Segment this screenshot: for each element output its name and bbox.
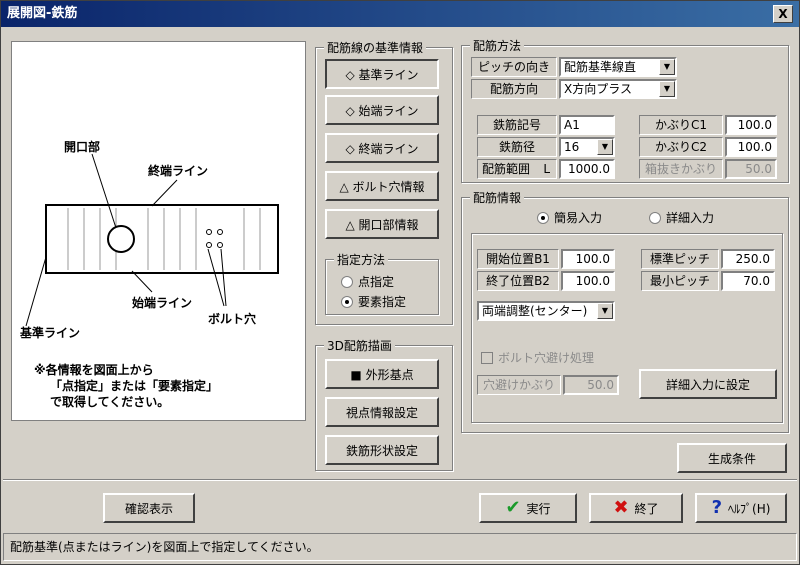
rebar-diameter-value: 16 [564, 140, 580, 154]
run-button-label: 実行 [526, 501, 551, 516]
window-title: 展開図-鉄筋 [7, 6, 78, 21]
standard-pitch-input[interactable]: 250.0 [721, 249, 775, 269]
radio-element-spec[interactable]: 要素指定 [341, 293, 406, 310]
radio-simple-input[interactable]: 簡易入力 [537, 209, 602, 226]
end-position-label: 終了位置B2 [477, 271, 559, 291]
base-info-title: 配筋線の基準情報 [324, 39, 427, 56]
note-line-3: で取得してください。 [50, 395, 170, 409]
bolt-avoid-label: ボルト穴避け処理 [498, 351, 595, 365]
arrangement-range-label-text: 配筋範囲 [482, 162, 531, 176]
help-icon: ? [711, 497, 723, 518]
cover-c2-label: かぶりC2 [639, 137, 723, 157]
start-position-input[interactable]: 100.0 [561, 249, 615, 269]
rebar-diameter-select[interactable]: 16 ▼ [559, 137, 615, 157]
spec-method-title: 指定方法 [334, 251, 389, 268]
dialog-window: 展開図-鉄筋 X 開口部 終端ライン 始端ライン ボルト穴 基準ライン ※各情報… [0, 0, 800, 565]
separator [3, 479, 797, 481]
chevron-down-icon[interactable]: ▼ [659, 59, 675, 75]
bolt-holes [206, 229, 223, 248]
slab-outline [45, 204, 279, 274]
minimum-pitch-input[interactable]: 70.0 [721, 271, 775, 291]
label-bolt-hole: ボルト穴 [208, 312, 257, 326]
rebar-lines [67, 208, 261, 270]
generation-conditions-button[interactable]: 生成条件 [677, 443, 787, 473]
label-opening: 開口部 [64, 140, 101, 154]
method-title: 配筋方法 [470, 37, 525, 54]
run-button[interactable]: ✔ 実行 [479, 493, 577, 523]
arrangement-direction-label: 配筋方向 [471, 79, 557, 99]
viewpoint-settings-button[interactable]: 視点情報設定 [325, 397, 439, 427]
arrangement-range-unit: L [543, 162, 550, 176]
exit-button-label: 終了 [634, 501, 659, 516]
help-button-label: ﾍﾙﾌﾟ(H) [728, 501, 771, 516]
minimum-pitch-label: 最小ピッチ [641, 271, 719, 291]
end-position-input[interactable]: 100.0 [561, 271, 615, 291]
rebar-diameter-label: 鉄筋径 [477, 137, 557, 157]
base-line-button[interactable]: ◇ 基準ライン [325, 59, 439, 89]
radio-simple-input-circle[interactable] [537, 211, 549, 224]
chevron-down-icon[interactable]: ▼ [597, 139, 613, 155]
radio-simple-input-label: 簡易入力 [554, 211, 603, 225]
title-bar: 展開図-鉄筋 X [1, 1, 799, 27]
note-line-1: ※各情報を図面上から [34, 363, 154, 377]
radio-point-spec-label: 点指定 [358, 275, 395, 289]
bolt-hole-info-button[interactable]: △ ボルト穴情報 [325, 171, 439, 201]
standard-pitch-label: 標準ピッチ [641, 249, 719, 269]
opening-circle [107, 225, 135, 253]
pitch-direction-label: ピッチの向き [471, 57, 557, 77]
check-icon: ✔ [505, 497, 521, 518]
note-line-2: 「点指定」または「要素指定」 [50, 379, 219, 393]
radio-element-spec-circle[interactable] [341, 295, 353, 308]
close-button[interactable]: X [773, 5, 793, 23]
rebar-symbol-label: 鉄筋記号 [477, 115, 557, 135]
hole-cover-input: 50.0 [563, 375, 619, 395]
arrangement-range-label: 配筋範囲 L [477, 159, 557, 179]
radio-detail-input-label: 詳細入力 [666, 211, 715, 225]
label-start-line: 始端ライン [132, 296, 193, 310]
chevron-down-icon[interactable]: ▼ [597, 303, 613, 319]
radio-point-spec-circle[interactable] [341, 275, 353, 288]
confirm-display-button[interactable]: 確認表示 [103, 493, 195, 523]
adjustment-value: 両端調整(センター) [482, 304, 588, 318]
cover-c1-input[interactable]: 100.0 [725, 115, 777, 135]
pitch-direction-value: 配筋基準線直 [564, 60, 637, 74]
bolt-avoid-checkbox-box [481, 351, 493, 364]
bolt-avoid-checkbox: ボルト穴避け処理 [481, 349, 594, 366]
pitch-direction-select[interactable]: 配筋基準線直 ▼ [559, 57, 677, 77]
opening-info-button[interactable]: △ 開口部情報 [325, 209, 439, 239]
cover-c2-input[interactable]: 100.0 [725, 137, 777, 157]
radio-detail-input-circle[interactable] [649, 211, 661, 224]
arrangement-direction-value: X方向プラス [564, 82, 632, 96]
close-x-icon: ✖ [613, 497, 629, 518]
arrangement-direction-select[interactable]: X方向プラス ▼ [559, 79, 677, 99]
label-base-line: 基準ライン [20, 326, 81, 340]
set-detail-input-button[interactable]: 詳細入力に設定 [639, 369, 777, 399]
radio-point-spec[interactable]: 点指定 [341, 273, 394, 290]
end-line-button[interactable]: ◇ 終端ライン [325, 133, 439, 163]
hole-cover-label: 穴避けかぶり [477, 375, 561, 395]
box-cover-label: 箱抜きかぶり [639, 159, 723, 179]
draw3d-title: 3D配筋描画 [324, 337, 395, 354]
status-bar: 配筋基準(点またはライン)を図面上で指定してください。 [3, 533, 797, 561]
rebar-symbol-input[interactable]: A1 [559, 115, 615, 135]
rebar-shape-settings-button[interactable]: 鉄筋形状設定 [325, 435, 439, 465]
outline-base-point-button[interactable]: ■ 外形基点 [325, 359, 439, 389]
chevron-down-icon[interactable]: ▼ [659, 81, 675, 97]
label-end-line: 終端ライン [148, 164, 209, 178]
arrangement-range-input[interactable]: 1000.0 [559, 159, 615, 179]
info-title: 配筋情報 [470, 189, 525, 206]
adjustment-select[interactable]: 両端調整(センター) ▼ [477, 301, 615, 321]
start-position-label: 開始位置B1 [477, 249, 559, 269]
radio-detail-input[interactable]: 詳細入力 [649, 209, 714, 226]
help-button[interactable]: ? ﾍﾙﾌﾟ(H) [695, 493, 787, 523]
radio-element-spec-label: 要素指定 [358, 295, 407, 309]
start-line-button[interactable]: ◇ 始端ライン [325, 95, 439, 125]
drawing-preview: 開口部 終端ライン 始端ライン ボルト穴 基準ライン ※各情報を図面上から 「点… [11, 41, 306, 421]
cover-c1-label: かぶりC1 [639, 115, 723, 135]
exit-button[interactable]: ✖ 終了 [589, 493, 683, 523]
box-cover-input: 50.0 [725, 159, 777, 179]
